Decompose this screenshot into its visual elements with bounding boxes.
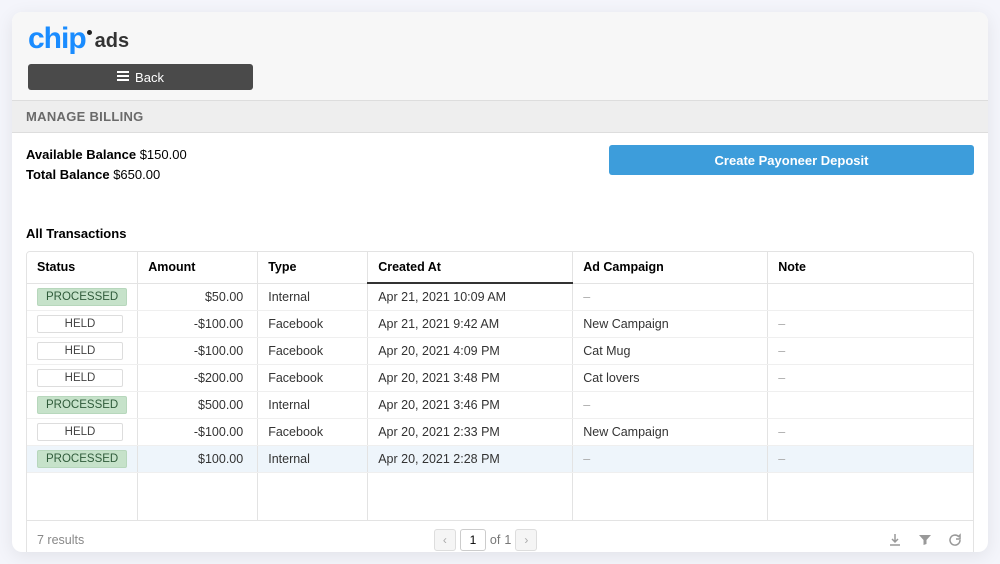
- cell-type: Facebook: [258, 310, 368, 337]
- cell-type: Internal: [258, 445, 368, 472]
- cell-note: –: [768, 337, 973, 364]
- table-header-row: Status Amount Type Created At Ad Campaig…: [27, 252, 973, 283]
- table-tools: [887, 532, 963, 548]
- col-type[interactable]: Type: [258, 252, 368, 283]
- transactions-title: All Transactions: [26, 226, 974, 241]
- pager: ‹ of 1 ›: [434, 529, 537, 551]
- cell-note: –: [768, 418, 973, 445]
- table-spacer: [27, 472, 973, 520]
- available-balance-label: Available Balance: [26, 147, 136, 162]
- cell-campaign: –: [573, 283, 768, 310]
- chevron-left-icon: ‹: [443, 533, 447, 547]
- status-badge: HELD: [37, 423, 123, 441]
- cell-note: –: [768, 310, 973, 337]
- pager-of-label: of: [490, 533, 500, 547]
- col-created[interactable]: Created At: [368, 252, 573, 283]
- cell-campaign: –: [573, 445, 768, 472]
- cell-campaign: Cat Mug: [573, 337, 768, 364]
- table-row[interactable]: PROCESSED $50.00InternalApr 21, 2021 10:0…: [27, 283, 973, 310]
- cell-note: –: [768, 364, 973, 391]
- cell-campaign: –: [573, 391, 768, 418]
- transactions-table-wrap: Status Amount Type Created At Ad Campaig…: [26, 251, 974, 552]
- cell-amount: -$100.00: [138, 418, 258, 445]
- cell-type: Facebook: [258, 418, 368, 445]
- status-badge: PROCESSED: [37, 450, 127, 468]
- pager-prev-button[interactable]: ‹: [434, 529, 456, 551]
- table-row[interactable]: HELD -$100.00FacebookApr 20, 2021 2:33 PM…: [27, 418, 973, 445]
- results-count: 7 results: [37, 533, 84, 547]
- col-amount[interactable]: Amount: [138, 252, 258, 283]
- cell-created: Apr 20, 2021 2:28 PM: [368, 445, 573, 472]
- list-icon: [117, 70, 129, 85]
- back-button-label: Back: [135, 70, 164, 85]
- status-badge: HELD: [37, 369, 123, 387]
- pager-page-input[interactable]: [460, 529, 486, 551]
- cell-note: [768, 283, 973, 310]
- total-balance-label: Total Balance: [26, 167, 110, 182]
- status-badge: PROCESSED: [37, 396, 127, 414]
- total-balance-value: $650.00: [113, 167, 160, 182]
- status-badge: HELD: [37, 315, 123, 333]
- cell-amount: -$100.00: [138, 337, 258, 364]
- cell-campaign: New Campaign: [573, 418, 768, 445]
- logo-ads-text: ads: [95, 30, 129, 53]
- balance-row: Available Balance $150.00 Total Balance …: [26, 145, 974, 184]
- col-note[interactable]: Note: [768, 252, 973, 283]
- cell-amount: -$200.00: [138, 364, 258, 391]
- back-button[interactable]: Back: [28, 64, 253, 90]
- create-deposit-button[interactable]: Create Payoneer Deposit: [609, 145, 974, 175]
- balance-text: Available Balance $150.00 Total Balance …: [26, 145, 187, 184]
- app-card: chip ads Back MANAGE BILLING Available B…: [12, 12, 988, 552]
- cell-created: Apr 21, 2021 10:09 AM: [368, 283, 573, 310]
- table-row[interactable]: PROCESSED $100.00InternalApr 20, 2021 2:2…: [27, 445, 973, 472]
- cell-status: PROCESSED: [27, 445, 138, 472]
- cell-status: HELD: [27, 418, 138, 445]
- cell-status: PROCESSED: [27, 283, 138, 310]
- filter-icon[interactable]: [917, 532, 933, 548]
- refresh-icon[interactable]: [947, 532, 963, 548]
- available-balance-value: $150.00: [140, 147, 187, 162]
- cell-campaign: New Campaign: [573, 310, 768, 337]
- pager-total-pages: 1: [504, 533, 511, 547]
- cell-amount: -$100.00: [138, 310, 258, 337]
- panel-title: MANAGE BILLING: [12, 100, 988, 133]
- panel-body: Available Balance $150.00 Total Balance …: [12, 133, 988, 552]
- logo-chip-text: chip: [28, 22, 86, 56]
- cell-amount: $100.00: [138, 445, 258, 472]
- cell-amount: $50.00: [138, 283, 258, 310]
- logo-dot-icon: [87, 30, 92, 35]
- cell-note: [768, 391, 973, 418]
- col-campaign[interactable]: Ad Campaign: [573, 252, 768, 283]
- cell-status: HELD: [27, 310, 138, 337]
- cell-type: Facebook: [258, 364, 368, 391]
- cell-created: Apr 21, 2021 9:42 AM: [368, 310, 573, 337]
- logo: chip ads: [28, 22, 972, 56]
- table-footer: 7 results ‹ of 1 ›: [27, 521, 973, 553]
- status-badge: HELD: [37, 342, 123, 360]
- table-row[interactable]: PROCESSED $500.00InternalApr 20, 2021 3:4…: [27, 391, 973, 418]
- chevron-right-icon: ›: [524, 533, 528, 547]
- cell-note: –: [768, 445, 973, 472]
- cell-status: PROCESSED: [27, 391, 138, 418]
- cell-created: Apr 20, 2021 2:33 PM: [368, 418, 573, 445]
- cell-campaign: Cat lovers: [573, 364, 768, 391]
- table-row[interactable]: HELD -$100.00FacebookApr 21, 2021 9:42 AM…: [27, 310, 973, 337]
- status-badge: PROCESSED: [37, 288, 127, 306]
- table-row[interactable]: HELD -$200.00FacebookApr 20, 2021 3:48 PM…: [27, 364, 973, 391]
- cell-status: HELD: [27, 364, 138, 391]
- pager-next-button[interactable]: ›: [515, 529, 537, 551]
- cell-amount: $500.00: [138, 391, 258, 418]
- cell-type: Internal: [258, 283, 368, 310]
- col-status[interactable]: Status: [27, 252, 138, 283]
- cell-created: Apr 20, 2021 3:48 PM: [368, 364, 573, 391]
- cell-created: Apr 20, 2021 3:46 PM: [368, 391, 573, 418]
- top-bar: chip ads Back: [12, 12, 988, 100]
- transactions-table: Status Amount Type Created At Ad Campaig…: [27, 252, 973, 521]
- cell-type: Facebook: [258, 337, 368, 364]
- cell-type: Internal: [258, 391, 368, 418]
- download-icon[interactable]: [887, 532, 903, 548]
- table-row[interactable]: HELD -$100.00FacebookApr 20, 2021 4:09 PM…: [27, 337, 973, 364]
- cell-created: Apr 20, 2021 4:09 PM: [368, 337, 573, 364]
- cell-status: HELD: [27, 337, 138, 364]
